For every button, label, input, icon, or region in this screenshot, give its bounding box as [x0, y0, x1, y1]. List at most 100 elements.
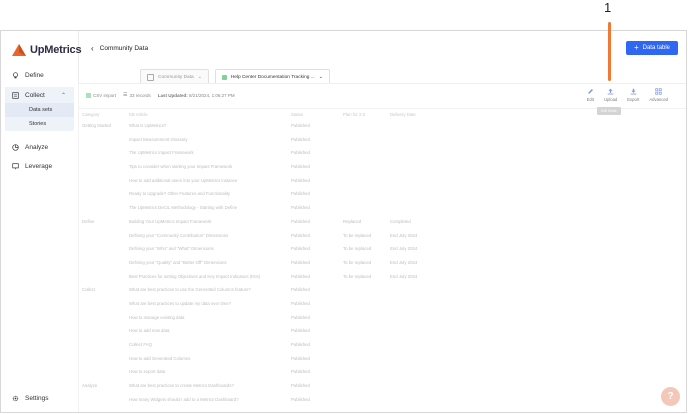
table-cell[interactable]: How to add new data	[129, 328, 169, 333]
table-cell[interactable]: What are best practices to create Metric…	[129, 383, 234, 388]
table-cell[interactable]: End July 2024	[390, 274, 417, 279]
sidebar-item-collect[interactable]: Collect ⌃	[5, 87, 74, 103]
table-row[interactable]: How to add additional users into your Up…	[78, 175, 686, 189]
table-cell[interactable]: Published	[291, 383, 310, 388]
table-cell[interactable]: Published	[291, 315, 310, 320]
table-cell[interactable]: How to add additional users into your Up…	[129, 178, 237, 183]
table-cell[interactable]: Published	[291, 301, 310, 306]
table-cell[interactable]: Published	[291, 328, 310, 333]
table-row[interactable]: Defining your "Community Contribution" D…	[78, 230, 686, 244]
table-row[interactable]: Analyze What are best practices to create…	[78, 380, 686, 394]
column-header[interactable]: Plan for 2.0	[343, 112, 365, 117]
table-cell[interactable]: Published	[291, 205, 310, 210]
table-cell[interactable]: Published	[291, 178, 310, 183]
data-table-button[interactable]: + Data table	[625, 41, 678, 55]
table-cell[interactable]: Tips to consider when starting your Impa…	[129, 164, 232, 169]
advanced-button[interactable]: Advanced	[649, 88, 668, 102]
table-row[interactable]: How to add Generated Columns Published	[78, 353, 686, 367]
sidebar-subitem-stories[interactable]: Stories	[5, 117, 74, 131]
table-cell[interactable]: Define	[82, 219, 94, 224]
table-cell[interactable]: Defining your "Community Contribution" D…	[129, 233, 228, 238]
table-row[interactable]: Best Practices for setting Objectives an…	[78, 271, 686, 285]
sidebar-item-analyze[interactable]: Analyze	[1, 139, 78, 155]
table-row[interactable]: How to add new data Published	[78, 325, 686, 339]
table-row[interactable]: How to manage existing data Published	[78, 312, 686, 326]
table-cell[interactable]: Published	[291, 369, 310, 374]
table-row[interactable]: How many Widgets should I add to a Metri…	[78, 394, 686, 408]
table-row[interactable]: Defining your "Quality" and "Better Off"…	[78, 257, 686, 271]
table-cell[interactable]: Building Your UpMetrics Impact Framework	[129, 219, 211, 224]
column-header[interactable]: KB Article	[129, 112, 148, 117]
table-cell[interactable]: Published	[291, 150, 310, 155]
table-row[interactable]: The UpMetrics Impact Framework Published	[78, 147, 686, 161]
table-cell[interactable]: Collect	[82, 287, 95, 292]
table-cell[interactable]: Published	[291, 123, 310, 128]
table-row[interactable]: What are best practices to update my dat…	[78, 298, 686, 312]
table-row[interactable]: Impact Measurement Glossary Published	[78, 134, 686, 148]
table-row[interactable]: Tips to consider when starting your Impa…	[78, 161, 686, 175]
table-cell[interactable]: Published	[291, 287, 310, 292]
tab-community-data[interactable]: Community Data ⌄	[140, 69, 209, 84]
table-cell[interactable]: Published	[291, 397, 310, 402]
table-cell[interactable]: Defining your "Quality" and "Better Off"…	[129, 260, 227, 265]
column-header[interactable]: Delivery Date	[390, 112, 416, 117]
table-cell[interactable]: How to add Generated Columns	[129, 356, 190, 361]
table-cell[interactable]: Published	[291, 342, 310, 347]
table-cell[interactable]: End July 2024	[390, 233, 417, 238]
chevron-left-icon[interactable]: ‹	[91, 44, 94, 53]
sidebar-item-settings[interactable]: Settings	[12, 395, 49, 402]
table-cell[interactable]: What are best practices to update my dat…	[129, 301, 231, 306]
table-row[interactable]: How to export data Published	[78, 366, 686, 380]
table-cell[interactable]: Published	[291, 356, 310, 361]
table-cell[interactable]: Published	[291, 260, 310, 265]
table-cell[interactable]: Defining your "Who" and "What" Dimension…	[129, 246, 214, 251]
table-cell[interactable]: Best Practices for setting Objectives an…	[129, 274, 260, 279]
table-cell[interactable]: How many Widgets should I add to a Metri…	[129, 397, 239, 402]
table-cell[interactable]: Completed	[390, 219, 411, 224]
table-row[interactable]: Getting Started What is UpMetrics? Publish…	[78, 120, 686, 134]
sidebar-item-define[interactable]: Define	[1, 67, 78, 83]
table-cell[interactable]: To be replaced	[343, 274, 371, 279]
table-cell[interactable]: What is UpMetrics?	[129, 123, 166, 128]
table-cell[interactable]: Published	[291, 137, 310, 142]
table-cell[interactable]: Published	[291, 164, 310, 169]
table-cell[interactable]: How to manage existing data	[129, 315, 184, 320]
tab-help-center[interactable]: Help Center Documentation Tracking ... ⌄	[214, 69, 330, 84]
table-cell[interactable]: End July 2024	[390, 246, 417, 251]
edit-button[interactable]: Edit	[587, 88, 594, 102]
table-cell[interactable]: To be replaced	[343, 260, 371, 265]
table-cell[interactable]: Published	[291, 233, 310, 238]
table-cell[interactable]: To be replaced	[343, 246, 371, 251]
table-cell[interactable]: What are best practices to use the Gener…	[129, 287, 251, 292]
table-cell[interactable]: Ready to Upgrade? Other Features and Fun…	[129, 191, 230, 196]
table-cell[interactable]: Getting Started	[82, 123, 111, 128]
column-header[interactable]: Category	[82, 112, 99, 117]
clipboard-icon	[12, 91, 19, 99]
sidebar-item-leverage[interactable]: Leverage	[1, 158, 78, 174]
table-cell[interactable]: Replaced	[343, 219, 361, 224]
table-row[interactable]: Collect What are best practices to use th…	[78, 284, 686, 298]
sidebar-subitem-data-sets[interactable]: Data sets	[5, 103, 74, 117]
table-row[interactable]: Defining your "Who" and "What" Dimension…	[78, 243, 686, 257]
table-cell[interactable]: Analyze	[82, 383, 97, 388]
table-cell[interactable]: Published	[291, 191, 310, 196]
table-cell[interactable]: How to export data	[129, 369, 165, 374]
table-cell[interactable]: Published	[291, 274, 310, 279]
column-header[interactable]: Status	[291, 112, 303, 117]
table-cell[interactable]: The UpMetrics Impact Framework	[129, 150, 194, 155]
table-cell[interactable]: Collect FAQ	[129, 342, 152, 347]
export-button[interactable]: Export	[627, 88, 639, 102]
table-cell[interactable]: Impact Measurement Glossary	[129, 137, 188, 142]
table-cell[interactable]: To be replaced	[343, 233, 371, 238]
table-cell[interactable]: Published	[291, 219, 310, 224]
chevron-up-icon[interactable]: ⌃	[61, 92, 66, 99]
help-button[interactable]: ?	[661, 387, 680, 406]
table-cell[interactable]: Published	[291, 246, 310, 251]
table-row[interactable]: Ready to Upgrade? Other Features and Fun…	[78, 188, 686, 202]
table-row[interactable]: The UpMetrics DeCIL Methodology - Starti…	[78, 202, 686, 216]
table-cell[interactable]: The UpMetrics DeCIL Methodology - Starti…	[129, 205, 237, 210]
table-row[interactable]: Define Building Your UpMetrics Impact Fra…	[78, 216, 686, 230]
table-cell[interactable]: End July 2024	[390, 260, 417, 265]
table-row[interactable]: Collect FAQ Published	[78, 339, 686, 353]
upload-button[interactable]: Upload	[604, 88, 617, 102]
